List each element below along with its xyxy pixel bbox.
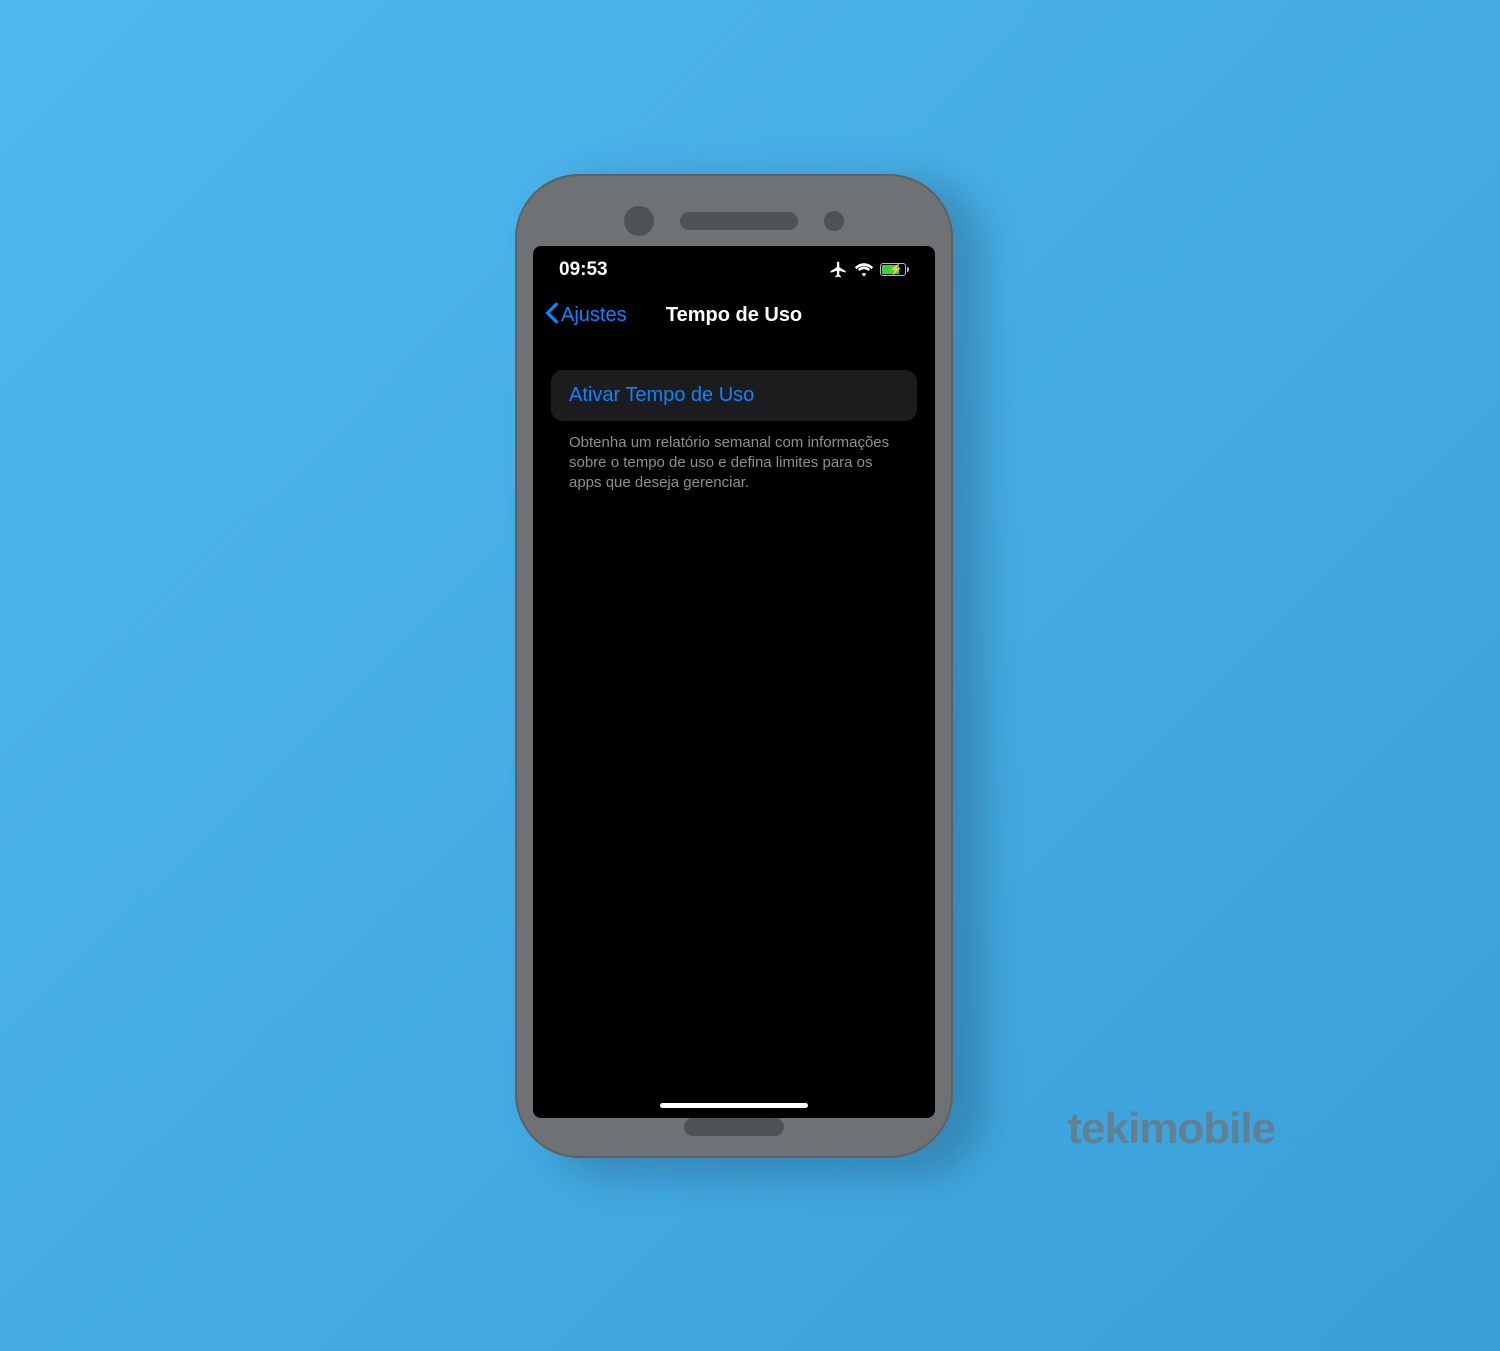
camera-icon [824, 211, 844, 231]
screen: 09:53 ⚡ [533, 246, 935, 1118]
phone-hardware-top [515, 204, 953, 238]
back-label: Ajustes [561, 304, 627, 327]
nav-bar: Ajustes Tempo de Uso [533, 294, 935, 338]
status-time: 09:53 [559, 259, 608, 281]
microphone-icon [684, 1118, 784, 1136]
airplane-icon [829, 260, 848, 279]
phone-hardware-bottom [515, 1118, 953, 1136]
wifi-icon [855, 263, 873, 277]
status-bar: 09:53 ⚡ [533, 246, 935, 294]
phone-frame: 09:53 ⚡ [515, 174, 953, 1158]
activate-screen-time-button[interactable]: Ativar Tempo de Uso [551, 370, 917, 421]
chevron-left-icon [545, 302, 559, 330]
status-icons: ⚡ [829, 260, 909, 279]
sensor-icon [624, 206, 654, 236]
speaker-icon [680, 212, 798, 230]
activate-label: Ativar Tempo de Uso [569, 384, 754, 406]
content: Ativar Tempo de Uso Obtenha um relatório… [533, 338, 935, 494]
back-button[interactable]: Ajustes [545, 302, 627, 330]
battery-icon: ⚡ [880, 263, 909, 276]
description-text: Obtenha um relatório semanal com informa… [551, 421, 917, 494]
watermark-text: tekimobile [1067, 1104, 1275, 1154]
home-indicator[interactable] [660, 1103, 808, 1108]
